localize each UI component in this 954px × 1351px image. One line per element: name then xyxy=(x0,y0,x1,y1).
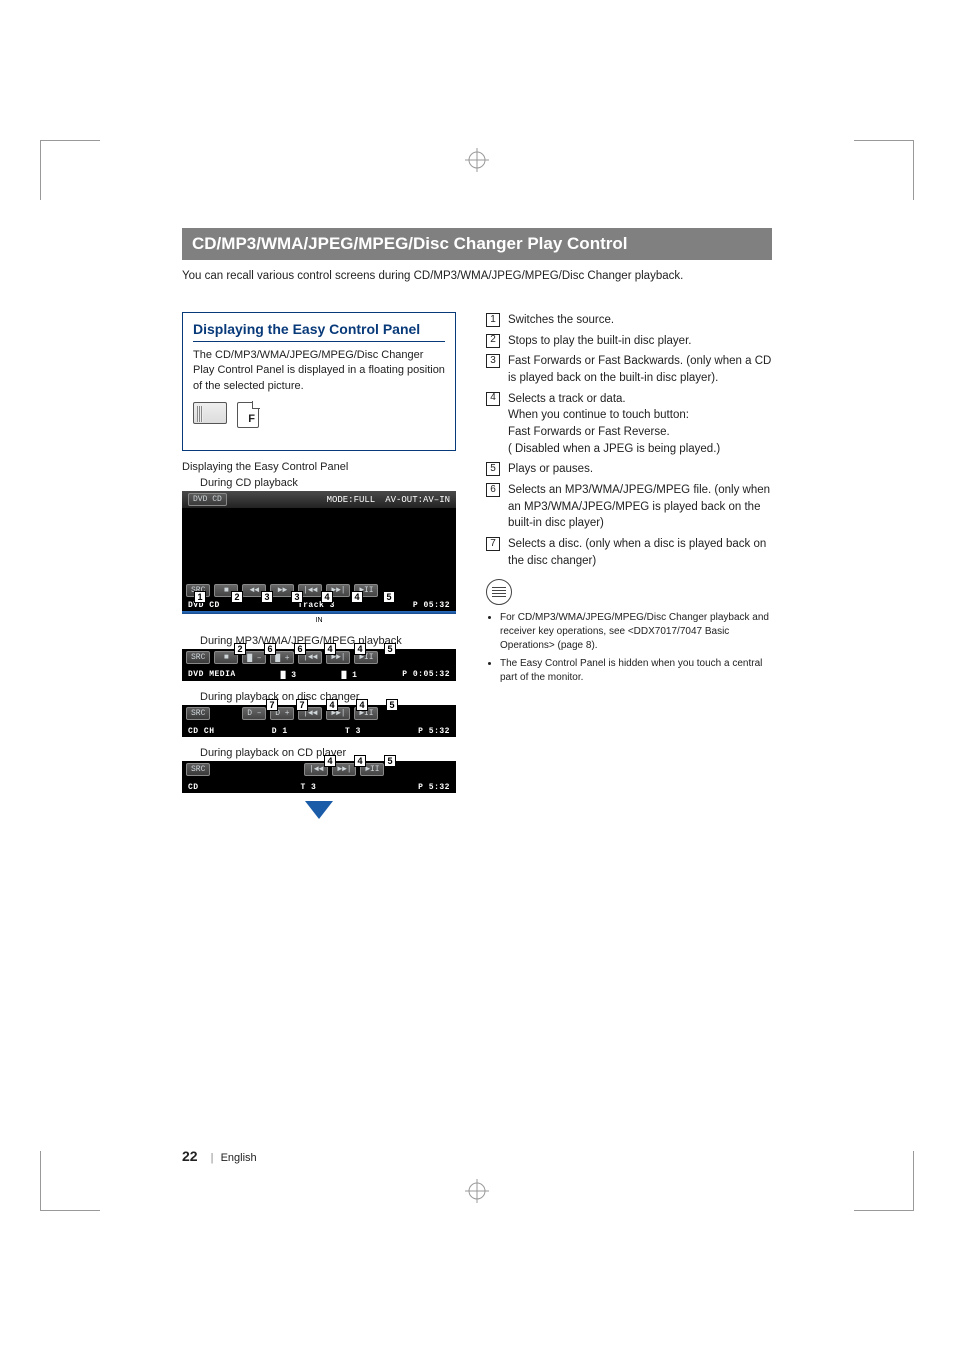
callout-4b: 4 xyxy=(354,643,366,655)
easy-panel-box: Displaying the Easy Control Panel The CD… xyxy=(182,312,456,451)
section-intro: You can recall various control screens d… xyxy=(182,270,772,282)
page-language: English xyxy=(221,1152,257,1164)
folder-down-button[interactable]: ▇ – xyxy=(242,651,266,664)
def-text: Switches the source. xyxy=(508,312,772,329)
def-num: 3 xyxy=(486,354,500,368)
page-number: 22 xyxy=(182,1148,198,1164)
callout-5: 5 xyxy=(384,643,396,655)
panel-source-label: DVD CD xyxy=(188,493,227,506)
def-text: Selects a track or data. When you contin… xyxy=(508,391,772,458)
status-right: P 05:32 xyxy=(413,601,450,610)
disc-down-button[interactable]: D – xyxy=(242,707,266,720)
panel-disc-changer: SRC D – D + |◄◄ ►►| ►II CD CH D 1 T 3 P … xyxy=(182,705,456,737)
note-icon xyxy=(486,579,512,605)
src-button[interactable]: SRC xyxy=(186,707,210,720)
status-c1: ▇ 3 xyxy=(281,670,297,680)
crop-mark-tl xyxy=(40,140,100,200)
callout-4a: 4 xyxy=(324,643,336,655)
callout-4b: 4 xyxy=(356,699,368,711)
def-text: Plays or pauses. xyxy=(508,461,772,478)
status-left: CD CH xyxy=(188,727,215,736)
caption-cd-player: During playback on CD player xyxy=(182,747,456,759)
status-center: T 3 xyxy=(300,783,316,792)
def-text: Selects a disc. (only when a disc is pla… xyxy=(508,536,772,569)
callout-4a: 4 xyxy=(324,755,336,767)
callout-6b: 6 xyxy=(294,643,306,655)
src-button[interactable]: SRC xyxy=(186,763,210,776)
status-right: P 5:32 xyxy=(418,727,450,736)
panel-dvd-cd: DVD CD MODE:FULL AV-OUT:AV–IN SRC ■ ◄◄ ►… xyxy=(182,491,456,611)
notes-list: For CD/MP3/WMA/JPEG/MPEG/Disc Changer pl… xyxy=(486,611,772,685)
page-content: CD/MP3/WMA/JPEG/MPEG/Disc Changer Play C… xyxy=(182,228,772,819)
panel-mp3: SRC ■ ▇ – ▇ + |◄◄ ►►| ►II DVD MEDIA ▇ 3 … xyxy=(182,649,456,681)
doc-icon-letter: F xyxy=(248,413,255,425)
panel-mode: MODE:FULL xyxy=(327,495,376,505)
callout-3b: 3 xyxy=(291,591,303,603)
src-button[interactable]: SRC xyxy=(186,651,210,664)
note-item: The Easy Control Panel is hidden when yo… xyxy=(500,657,772,685)
def-num: 7 xyxy=(486,537,500,551)
def-num: 2 xyxy=(486,334,500,348)
status-right: P 0:05:32 xyxy=(402,670,450,680)
easy-panel-desc: The CD/MP3/WMA/JPEG/MPEG/Disc Changer Pl… xyxy=(193,348,445,394)
callout-7b: 7 xyxy=(296,699,308,711)
in-indicator-bar xyxy=(182,611,456,614)
callout-7a: 7 xyxy=(266,699,278,711)
callout-5: 5 xyxy=(383,591,395,603)
callout-5: 5 xyxy=(386,699,398,711)
definitions-list: 1 Switches the source. 2 Stops to play the… xyxy=(486,312,772,569)
callout-1: 1 xyxy=(194,591,206,603)
next-track-button[interactable]: ►►| xyxy=(332,763,356,776)
def-num: 5 xyxy=(486,462,500,476)
def-num: 4 xyxy=(486,392,500,406)
crop-mark-br xyxy=(854,1151,914,1211)
def-text: Fast Forwards or Fast Backwards. (only w… xyxy=(508,353,772,386)
callout-4b: 4 xyxy=(351,591,363,603)
status-right: P 5:32 xyxy=(418,783,450,792)
panel-cd-player: SRC |◄◄ ►►| ►II CD T 3 P 5:32 4 4 5 xyxy=(182,761,456,793)
status-c2: ▇ 1 xyxy=(341,670,357,680)
def-num: 1 xyxy=(486,313,500,327)
callout-5: 5 xyxy=(384,755,396,767)
callout-2: 2 xyxy=(231,591,243,603)
caption-cd: Displaying the Easy Control Panel xyxy=(182,461,456,473)
easy-panel-title: Displaying the Easy Control Panel xyxy=(193,321,445,342)
caption-disc-changer: During playback on disc changer xyxy=(182,691,456,703)
callout-6a: 6 xyxy=(264,643,276,655)
footer-separator: | xyxy=(211,1152,214,1164)
document-icon: F xyxy=(237,402,259,428)
note-item: For CD/MP3/WMA/JPEG/MPEG/Disc Changer pl… xyxy=(500,611,772,653)
panel-avout: AV-OUT:AV–IN xyxy=(385,495,450,505)
caption-cd-sub: During CD playback xyxy=(182,477,456,489)
continue-arrow-icon xyxy=(305,801,333,819)
crop-mark-bl xyxy=(40,1151,100,1211)
section-heading: CD/MP3/WMA/JPEG/MPEG/Disc Changer Play C… xyxy=(182,228,772,260)
callout-4a: 4 xyxy=(326,699,338,711)
status-c2: T 3 xyxy=(345,727,361,736)
left-column: Displaying the Easy Control Panel The CD… xyxy=(182,312,456,819)
registration-mark-bottom xyxy=(465,1179,489,1203)
status-left: DVD MEDIA xyxy=(188,670,236,680)
callout-4a: 4 xyxy=(321,591,333,603)
def-num: 6 xyxy=(486,483,500,497)
in-indicator-label: IN xyxy=(316,617,323,624)
crop-mark-tr xyxy=(854,140,914,200)
callout-4b: 4 xyxy=(354,755,366,767)
right-column: 1 Switches the source. 2 Stops to play the… xyxy=(486,312,772,819)
def-text: Stops to play the built-in disc player. xyxy=(508,333,772,350)
registration-mark-top xyxy=(465,148,489,172)
caption-mp3: During MP3/WMA/JPEG/MPEG playback xyxy=(182,635,456,647)
screen-icon xyxy=(193,402,227,424)
page-footer: 22 | English xyxy=(182,1148,257,1164)
def-text: Selects an MP3/WMA/JPEG/MPEG file. (only… xyxy=(508,482,772,532)
status-left: CD xyxy=(188,783,199,792)
status-c1: D 1 xyxy=(272,727,288,736)
callout-3a: 3 xyxy=(261,591,273,603)
callout-2: 2 xyxy=(234,643,246,655)
